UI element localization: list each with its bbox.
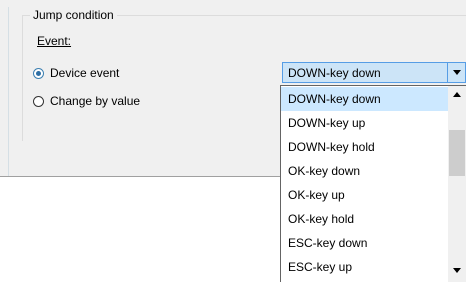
radio-change-by-value[interactable]: Change by value xyxy=(33,93,140,109)
dropdown-item[interactable]: OK-key hold xyxy=(281,207,448,231)
scroll-down-icon[interactable] xyxy=(453,268,461,273)
event-dropdown-list: DOWN-key down DOWN-key up DOWN-key hold … xyxy=(280,85,466,282)
dropdown-item[interactable]: OK-key up xyxy=(281,183,448,207)
combobox-dropdown-button[interactable] xyxy=(447,63,465,82)
dropdown-item[interactable]: ESC-key down xyxy=(281,231,448,255)
dropdown-item[interactable]: DOWN-key hold xyxy=(281,135,448,159)
dropdown-item[interactable]: DOWN-key up xyxy=(281,111,448,135)
event-label: Event: xyxy=(37,34,72,48)
radio-label: Device event xyxy=(50,66,120,80)
dropdown-item[interactable]: DOWN-key down xyxy=(281,87,448,111)
radio-label: Change by value xyxy=(50,94,141,108)
dialog-edge xyxy=(8,7,9,176)
dropdown-item[interactable]: ESC-key up xyxy=(281,255,448,279)
scrollbar-thumb[interactable] xyxy=(449,130,465,176)
dropdown-scrollbar[interactable] xyxy=(448,86,466,282)
chevron-down-icon xyxy=(453,70,461,75)
scroll-up-icon[interactable] xyxy=(453,92,461,97)
group-title: Jump condition xyxy=(30,7,117,23)
radio-unchecked-icon[interactable] xyxy=(33,95,44,107)
radio-checked-icon[interactable] xyxy=(33,67,44,79)
dropdown-item[interactable]: OK-key down xyxy=(281,159,448,183)
combobox-value: DOWN-key down xyxy=(288,66,381,80)
radio-device-event[interactable]: Device event xyxy=(33,65,119,81)
event-combobox[interactable]: DOWN-key down xyxy=(282,62,466,83)
